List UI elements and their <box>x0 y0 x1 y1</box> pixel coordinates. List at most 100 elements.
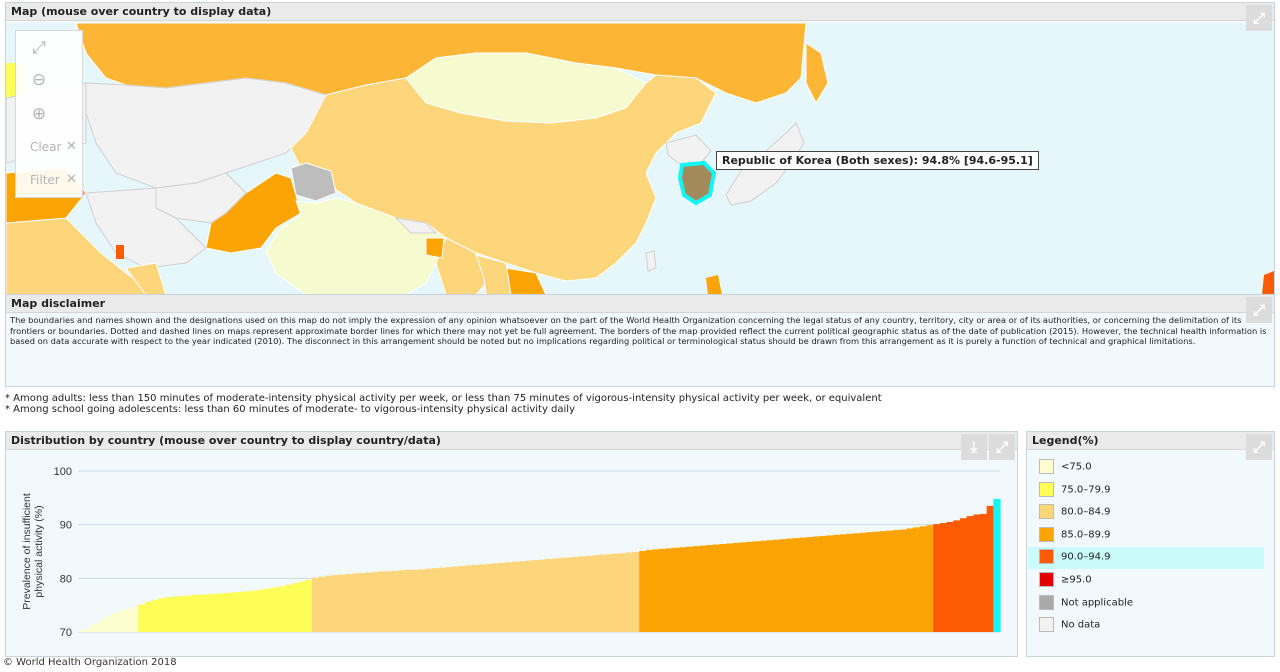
bar[interactable] <box>251 590 259 632</box>
bar[interactable] <box>238 591 246 632</box>
bar[interactable] <box>118 610 126 632</box>
bar[interactable] <box>959 518 968 632</box>
bar[interactable] <box>752 541 761 632</box>
bar[interactable] <box>685 546 694 632</box>
bar[interactable] <box>846 533 854 632</box>
bar[interactable] <box>505 562 513 632</box>
bar[interactable] <box>358 572 366 632</box>
bar[interactable] <box>318 576 326 632</box>
clear-close-icon[interactable]: ✕ <box>66 139 77 154</box>
legend-item[interactable]: 85.0–89.9 <box>1039 526 1111 543</box>
bar[interactable] <box>839 534 847 632</box>
bar[interactable] <box>171 596 179 632</box>
bar[interactable] <box>191 594 199 632</box>
bar[interactable] <box>572 556 580 632</box>
zoom-in-icon[interactable]: ⊕ <box>28 103 50 125</box>
bar[interactable] <box>919 526 928 632</box>
bar[interactable] <box>258 589 266 632</box>
bar[interactable] <box>893 530 901 632</box>
bar[interactable] <box>926 525 934 632</box>
bar[interactable] <box>599 554 607 632</box>
bar[interactable] <box>385 571 393 632</box>
filter-close-icon[interactable]: ✕ <box>66 172 77 187</box>
bar[interactable] <box>532 560 540 632</box>
bar[interactable] <box>645 549 654 632</box>
bar[interactable] <box>739 542 747 632</box>
bar[interactable] <box>111 613 119 632</box>
bar[interactable] <box>552 558 560 632</box>
bar[interactable] <box>779 539 787 632</box>
bar[interactable] <box>819 535 827 632</box>
bar-highlight[interactable] <box>993 498 1001 632</box>
bar[interactable] <box>151 599 159 632</box>
bar[interactable] <box>445 567 453 632</box>
bar[interactable] <box>158 598 166 632</box>
bar[interactable] <box>832 534 841 632</box>
legend-item[interactable]: Not applicable <box>1039 594 1133 611</box>
bar[interactable] <box>184 595 193 632</box>
filter-button[interactable]: Filter <box>30 173 60 187</box>
legend-item[interactable]: <75.0 <box>1039 459 1092 475</box>
bar[interactable] <box>418 569 427 632</box>
map-country-taiwan[interactable] <box>645 250 657 272</box>
bar[interactable] <box>231 592 239 632</box>
bar[interactable] <box>973 514 981 632</box>
bar[interactable] <box>398 570 406 632</box>
expand-icon[interactable]: ⤢ <box>1246 297 1272 323</box>
bar[interactable] <box>866 532 874 632</box>
bar[interactable] <box>986 505 994 632</box>
bar[interactable] <box>465 565 473 632</box>
bar[interactable] <box>438 567 447 632</box>
bar[interactable] <box>906 528 914 632</box>
bar[interactable] <box>178 596 186 632</box>
bar[interactable] <box>198 594 206 632</box>
bar[interactable] <box>706 545 714 632</box>
bar[interactable] <box>124 608 133 632</box>
bar[interactable] <box>873 531 881 632</box>
bar[interactable] <box>639 550 647 632</box>
legend-item[interactable]: 75.0–79.9 <box>1039 481 1111 498</box>
bar[interactable] <box>899 529 908 632</box>
bar[interactable] <box>291 583 300 632</box>
bar[interactable] <box>518 561 527 632</box>
bar[interactable] <box>224 592 233 632</box>
bar[interactable] <box>579 556 587 632</box>
bar[interactable] <box>692 546 700 632</box>
bar[interactable] <box>665 548 674 632</box>
bar[interactable] <box>338 574 346 632</box>
bar[interactable] <box>392 570 400 632</box>
bar[interactable] <box>204 594 213 632</box>
bar[interactable] <box>772 539 781 632</box>
bar[interactable] <box>719 543 727 632</box>
bar[interactable] <box>278 586 286 632</box>
bar[interactable] <box>331 575 340 632</box>
bar[interactable] <box>806 537 814 632</box>
bar[interactable] <box>826 535 834 632</box>
legend-item[interactable]: ≥95.0 <box>1039 572 1092 588</box>
bar[interactable] <box>732 542 741 632</box>
bar[interactable] <box>412 569 420 632</box>
map-country-qatar[interactable] <box>116 245 124 259</box>
bar[interactable] <box>953 520 961 632</box>
bar[interactable] <box>271 587 280 632</box>
bar[interactable] <box>91 623 99 632</box>
bar[interactable] <box>672 547 680 632</box>
legend-item[interactable]: 90.0–94.9 <box>1039 549 1111 565</box>
bar[interactable] <box>652 549 660 632</box>
bar[interactable] <box>351 573 360 632</box>
bar[interactable] <box>712 544 720 632</box>
bar[interactable] <box>492 563 500 632</box>
bar[interactable] <box>812 536 821 632</box>
bar[interactable] <box>498 562 507 632</box>
bar[interactable] <box>792 538 801 632</box>
bar[interactable] <box>478 564 487 632</box>
bar[interactable] <box>545 559 553 632</box>
bar[interactable] <box>966 516 974 632</box>
bar[interactable] <box>218 593 226 632</box>
bar[interactable] <box>84 627 92 632</box>
bar[interactable] <box>305 579 313 632</box>
bar[interactable] <box>345 574 353 632</box>
bar[interactable] <box>211 593 219 632</box>
bar[interactable] <box>619 553 627 632</box>
clear-button[interactable]: Clear <box>30 140 61 154</box>
